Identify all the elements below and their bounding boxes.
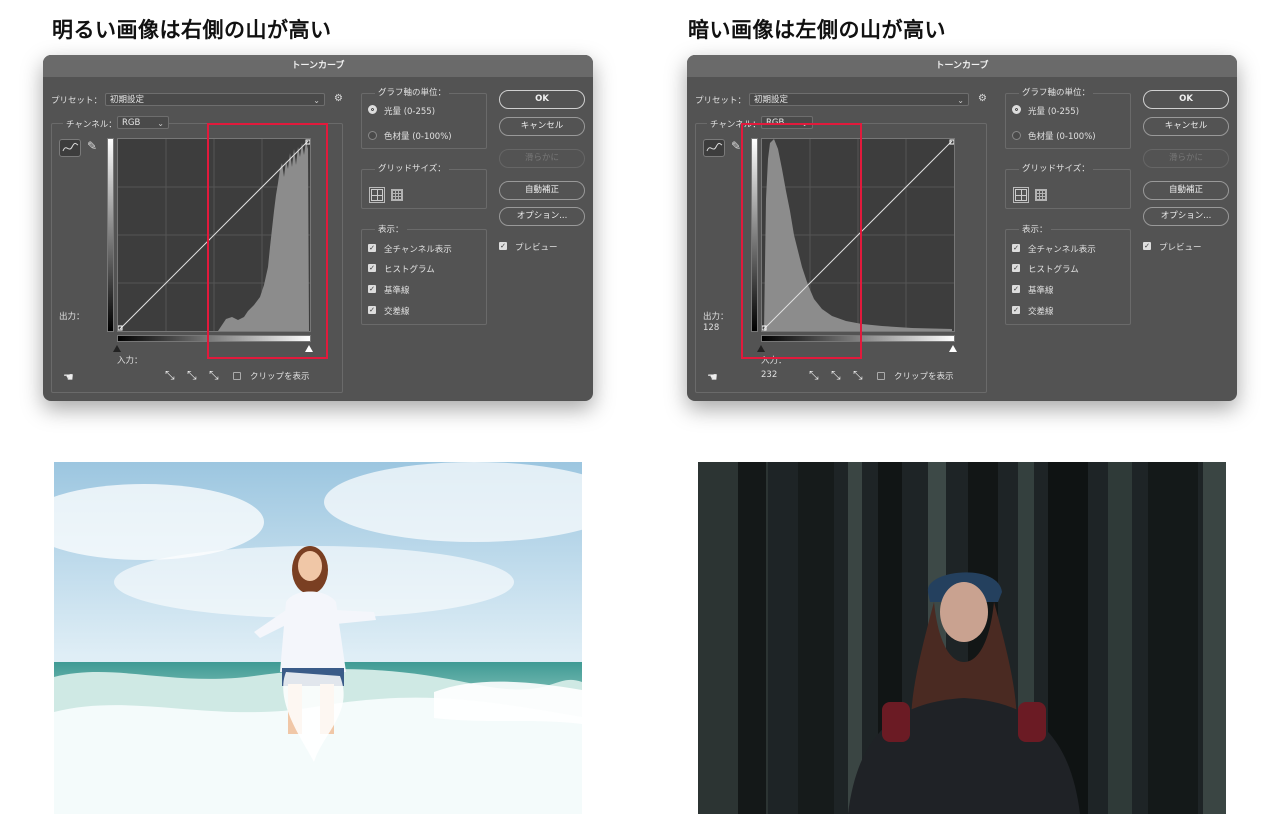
ok-button[interactable]: OK — [499, 90, 585, 109]
black-point-slider[interactable] — [113, 345, 121, 352]
options-button[interactable]: オプション... — [499, 207, 585, 226]
preset-value: 初期設定 — [110, 95, 145, 105]
highlight-box-right-peak — [207, 123, 328, 359]
ok-button[interactable]: OK — [1143, 90, 1229, 109]
curve-tool-button[interactable] — [59, 139, 81, 157]
graph-unit-title: グラフ軸の単位： — [1019, 86, 1094, 98]
curve-tool-icon — [706, 142, 723, 152]
cancel-button[interactable]: キャンセル — [1143, 117, 1229, 136]
highlight-box-left-peak — [741, 123, 862, 359]
preset-dropdown[interactable]: 初期設定 ⌄ — [749, 93, 969, 106]
grid-size-title: グリッドサイズ： — [375, 162, 449, 174]
clip-checkbox[interactable] — [233, 372, 241, 380]
curve-tool-button[interactable] — [703, 139, 725, 157]
preset-dropdown[interactable]: 初期設定 ⌄ — [105, 93, 325, 106]
output-label: 出力： — [59, 312, 85, 322]
auto-button[interactable]: 自動補正 — [499, 181, 585, 200]
grid-simple-icon[interactable] — [1013, 187, 1029, 203]
show-intersection-label: 交差線 — [1028, 307, 1054, 317]
show-intersection-label: 交差線 — [384, 307, 410, 317]
radio-light-label: 光量 (0-255) — [1028, 107, 1080, 117]
show-intersection-checkbox[interactable]: ✓ — [1012, 306, 1020, 314]
eyedropper-icon[interactable]: ⤡ — [165, 368, 175, 383]
input-label: 入力： — [117, 356, 143, 366]
radio-light-label: 光量 (0-255) — [384, 107, 436, 117]
show-baseline-checkbox[interactable]: ✓ — [368, 285, 376, 293]
clip-label: クリップを表示 — [250, 372, 310, 382]
preset-label: プリセット： — [51, 96, 103, 106]
dark-forest-photo — [698, 462, 1226, 814]
show-all-channels-label: 全チャンネル表示 — [1028, 245, 1096, 255]
options-button[interactable]: オプション... — [1143, 207, 1229, 226]
curve-tool-icon — [62, 142, 79, 152]
bright-image-heading: 明るい画像は右側の山が高い — [52, 18, 332, 42]
radio-pigment[interactable] — [1012, 131, 1021, 140]
show-histogram-label: ヒストグラム — [1028, 265, 1079, 275]
channel-label: チャンネル： — [63, 118, 120, 130]
preset-label: プリセット： — [695, 96, 747, 106]
grid-size-title: グリッドサイズ： — [1019, 162, 1093, 174]
chevron-down-icon: ⌄ — [157, 119, 164, 128]
graph-unit-title: グラフ軸の単位： — [375, 86, 450, 98]
show-all-channels-label: 全チャンネル表示 — [384, 245, 452, 255]
show-histogram-checkbox[interactable]: ✓ — [1012, 264, 1020, 272]
output-label: 出力： — [703, 312, 729, 322]
target-adjust-icon[interactable]: ☚ — [707, 370, 718, 384]
smooth-button[interactable]: 滑らかに — [499, 149, 585, 168]
auto-button[interactable]: 自動補正 — [1143, 181, 1229, 200]
chevron-down-icon: ⌄ — [313, 96, 320, 105]
chevron-down-icon: ⌄ — [957, 96, 964, 105]
radio-light[interactable] — [368, 105, 377, 114]
show-all-channels-checkbox[interactable]: ✓ — [1012, 244, 1020, 252]
preview-checkbox[interactable]: ✓ — [499, 242, 507, 250]
grid-detailed-icon[interactable] — [391, 189, 403, 201]
show-histogram-checkbox[interactable]: ✓ — [368, 264, 376, 272]
white-point-slider[interactable] — [949, 345, 957, 352]
eyedropper-icon[interactable]: ⤡ — [809, 368, 819, 383]
preview-label: プレビュー — [515, 243, 558, 253]
grid-simple-icon[interactable] — [369, 187, 385, 203]
eyedropper-icon[interactable]: ⤡ — [831, 368, 841, 383]
channel-dropdown[interactable]: RGB ⌄ — [117, 116, 169, 129]
show-all-channels-checkbox[interactable]: ✓ — [368, 244, 376, 252]
cancel-button[interactable]: キャンセル — [499, 117, 585, 136]
show-baseline-label: 基準線 — [1028, 286, 1054, 296]
dialog-title: トーンカーブ — [687, 55, 1237, 77]
clip-checkbox[interactable] — [877, 372, 885, 380]
radio-pigment[interactable] — [368, 131, 377, 140]
grid-detailed-icon[interactable] — [1035, 189, 1047, 201]
preview-label: プレビュー — [1159, 243, 1202, 253]
output-gradient — [107, 138, 114, 332]
smooth-button[interactable]: 滑らかに — [1143, 149, 1229, 168]
eyedropper-icon[interactable]: ⤡ — [209, 368, 219, 383]
gear-icon[interactable]: ⚙ — [334, 93, 343, 104]
preset-value: 初期設定 — [754, 95, 789, 105]
radio-light[interactable] — [1012, 105, 1021, 114]
channel-value: RGB — [122, 118, 141, 128]
radio-pigment-label: 色材量 (0-100%) — [1028, 132, 1096, 142]
gear-icon[interactable]: ⚙ — [978, 93, 987, 104]
clip-label: クリップを表示 — [894, 372, 954, 382]
eyedropper-icon[interactable]: ⤡ — [853, 368, 863, 383]
dark-image-heading: 暗い画像は左側の山が高い — [688, 18, 946, 42]
show-baseline-checkbox[interactable]: ✓ — [1012, 285, 1020, 293]
display-title: 表示： — [375, 223, 407, 235]
output-value: 128 — [703, 323, 720, 333]
dialog-title: トーンカーブ — [43, 55, 593, 77]
show-histogram-label: ヒストグラム — [384, 265, 435, 275]
eyedropper-icon[interactable]: ⤡ — [187, 368, 197, 383]
show-baseline-label: 基準線 — [384, 286, 410, 296]
radio-pigment-label: 色材量 (0-100%) — [384, 132, 452, 142]
target-adjust-icon[interactable]: ☚ — [63, 370, 74, 384]
bright-beach-photo — [54, 462, 582, 814]
pencil-icon[interactable]: ✎ — [87, 139, 97, 153]
pencil-icon[interactable]: ✎ — [731, 139, 741, 153]
show-intersection-checkbox[interactable]: ✓ — [368, 306, 376, 314]
preview-checkbox[interactable]: ✓ — [1143, 242, 1151, 250]
input-value: 232 — [761, 370, 778, 380]
display-title: 表示： — [1019, 223, 1051, 235]
